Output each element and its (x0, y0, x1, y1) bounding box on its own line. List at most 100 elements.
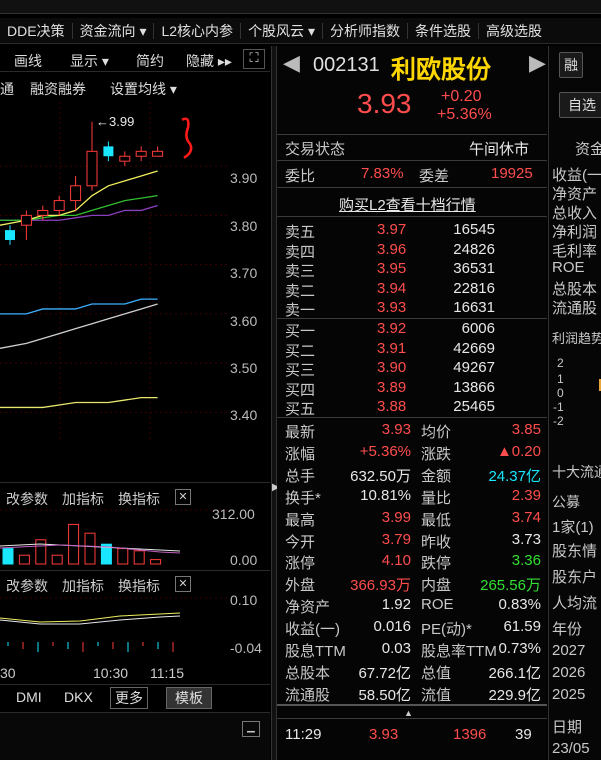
stat-value: 58.50亿 (358, 686, 411, 704)
price-tick: 3.60 (230, 313, 258, 329)
minimize-icon[interactable]: ▁ (242, 721, 260, 737)
candle-body (53, 200, 65, 211)
vol-tick: 0.00 (230, 552, 258, 568)
stat-value: 24.37亿 (488, 467, 541, 485)
stat-value: 61.59 (503, 618, 541, 636)
ask-vol: 24826 (453, 240, 495, 258)
stat-label: 收益(一) (285, 621, 340, 639)
vol-switch-indicator[interactable]: 换指标 (118, 489, 160, 509)
indicator-chart (0, 597, 228, 652)
weibi-value: 7.83% (361, 165, 404, 182)
stat-label: 涨停 (285, 555, 316, 573)
tick-vol: 1396 (453, 726, 487, 743)
vol-change-param[interactable]: 改参数 (6, 489, 48, 509)
add-favorite-button[interactable]: 自选 (559, 92, 601, 118)
rong-button[interactable]: 融 (559, 52, 583, 78)
date-label: 日期 (552, 719, 583, 736)
bid-vol: 42669 (453, 339, 495, 357)
fund-tab[interactable]: 资金 (575, 138, 601, 159)
stat-label: 总股本 (285, 664, 331, 682)
tab-dmi[interactable]: DMI (16, 689, 42, 705)
tong-label[interactable]: 通 (0, 79, 14, 99)
stat-value: 67.72亿 (358, 664, 411, 682)
prev-stock-icon[interactable]: ◀ (283, 50, 300, 76)
expand-up-icon[interactable]: ▲ (404, 708, 413, 718)
year-item: 2025 (552, 686, 586, 703)
chart-subtoolbar: 通 融资融券 设置均线 ▾ (0, 76, 270, 98)
jia-label: 1家(1) (552, 519, 594, 536)
stat-row: 今开 3.79 昨收 3.73 (277, 530, 547, 552)
buy-l2-link[interactable]: 购买L2查看十档行情 (339, 194, 476, 215)
stat-label: 股息TTM (285, 643, 346, 660)
tick-time: 11:29 (285, 726, 322, 743)
stat-row: 涨幅 +5.36% 涨跌 ▲0.20 (277, 442, 547, 464)
menu-condition[interactable]: 条件选股 (408, 21, 478, 41)
stat-label: 今开 (285, 533, 316, 551)
close-icon[interactable]: ✕ (175, 489, 191, 505)
bid-price: 3.89 (377, 378, 407, 396)
tick-row: 11:29 3.93 1396 39 (277, 724, 547, 746)
trade-status-label: 交易状态 (285, 141, 346, 158)
volume-bar (2, 548, 14, 565)
price-tick: 3.70 (230, 265, 258, 281)
quote-panel: ◀ 002131 利欧股份 ▶ 3.93 +0.20 +5.36% 交易状态 午… (277, 46, 547, 760)
stat-row: 收益(一) 0.016 PE(动)* 61.59 (277, 617, 547, 639)
ind-add-indicator[interactable]: 加指标 (62, 576, 104, 596)
candle-body (37, 209, 49, 216)
vol-tick: 312.00 (212, 506, 255, 522)
menu-stock-news[interactable]: 个股风云 ▾ (241, 21, 322, 41)
f10-item: 收益(一 (552, 167, 601, 184)
stat-row: 外盘 366.93万 内盘 265.56万 (277, 573, 547, 595)
f10-item: 净利润 (552, 224, 598, 241)
stock-code: 002131 (313, 54, 380, 76)
close-icon[interactable]: ✕ (175, 576, 191, 592)
candle-body (20, 214, 32, 226)
stat-label: 金额 (421, 467, 452, 485)
stat-label: 昨收 (421, 533, 452, 551)
simple-button[interactable]: 简约 (136, 51, 164, 71)
menu-analyst[interactable]: 分析师指数 (323, 21, 407, 41)
tab-dkx[interactable]: DKX (64, 689, 93, 705)
vol-add-indicator[interactable]: 加指标 (62, 489, 104, 509)
stat-label: 最低 (421, 511, 452, 529)
fullscreen-icon[interactable]: ⛶ (243, 49, 265, 69)
ma-setting-button[interactable]: 设置均线 ▾ (110, 79, 177, 99)
tab-more[interactable]: 更多 (110, 687, 148, 709)
kline-chart[interactable]: ←3.99 (0, 102, 228, 442)
volume-bar (150, 559, 162, 565)
margin-button[interactable]: 融资融券 (30, 79, 86, 99)
price-change: +0.20 (441, 88, 482, 105)
ask-price: 3.96 (377, 240, 407, 258)
display-dropdown[interactable]: 显示 ▾ (70, 51, 109, 71)
stat-label: 最高 (285, 511, 316, 529)
f10-item: 净资产 (552, 186, 598, 203)
tab-template[interactable]: 模板 (166, 687, 212, 709)
candle-body (103, 146, 114, 157)
menu-fund-flow[interactable]: 资金流向 ▾ (73, 21, 154, 41)
bid-vol: 13866 (453, 378, 495, 396)
chart-toolbar: 画线 显示 ▾ 简约 隐藏 ▸▸ ⛶ (0, 48, 270, 72)
menu-l2[interactable]: L2核心内参 (154, 21, 240, 41)
next-stock-icon[interactable]: ▶ (529, 50, 546, 76)
menu-dde[interactable]: DDE决策 (0, 21, 72, 41)
stat-value: 1.92 (381, 596, 411, 614)
stat-label: 最新 (285, 424, 316, 441)
bid-vol: 6006 (461, 320, 495, 337)
tick-num: 39 (515, 726, 532, 743)
stat-value: 265.56万 (480, 577, 541, 595)
stat-value: 3.73 (511, 530, 541, 548)
stat-value: 3.36 (511, 552, 541, 570)
kline-panel: 画线 显示 ▾ 简约 隐藏 ▸▸ ⛶ 通 融资融券 设置均线 ▾ ←3.99 3… (0, 46, 270, 760)
price-tick: 3.80 (230, 218, 258, 234)
stat-value: 0.83% (498, 596, 541, 614)
draw-line-button[interactable]: 画线 (14, 51, 42, 71)
menu-advanced[interactable]: 高级选股 (479, 21, 549, 41)
volume-bar (18, 554, 30, 565)
stat-label: 均价 (421, 424, 452, 441)
ind-switch-indicator[interactable]: 换指标 (118, 576, 160, 596)
ind-change-param[interactable]: 改参数 (6, 576, 48, 596)
ask-price: 3.95 (377, 260, 407, 278)
stat-label: PE(动)* (421, 621, 472, 639)
trend-axis: -2 (553, 414, 564, 428)
hide-button[interactable]: 隐藏 ▸▸ (186, 51, 232, 71)
